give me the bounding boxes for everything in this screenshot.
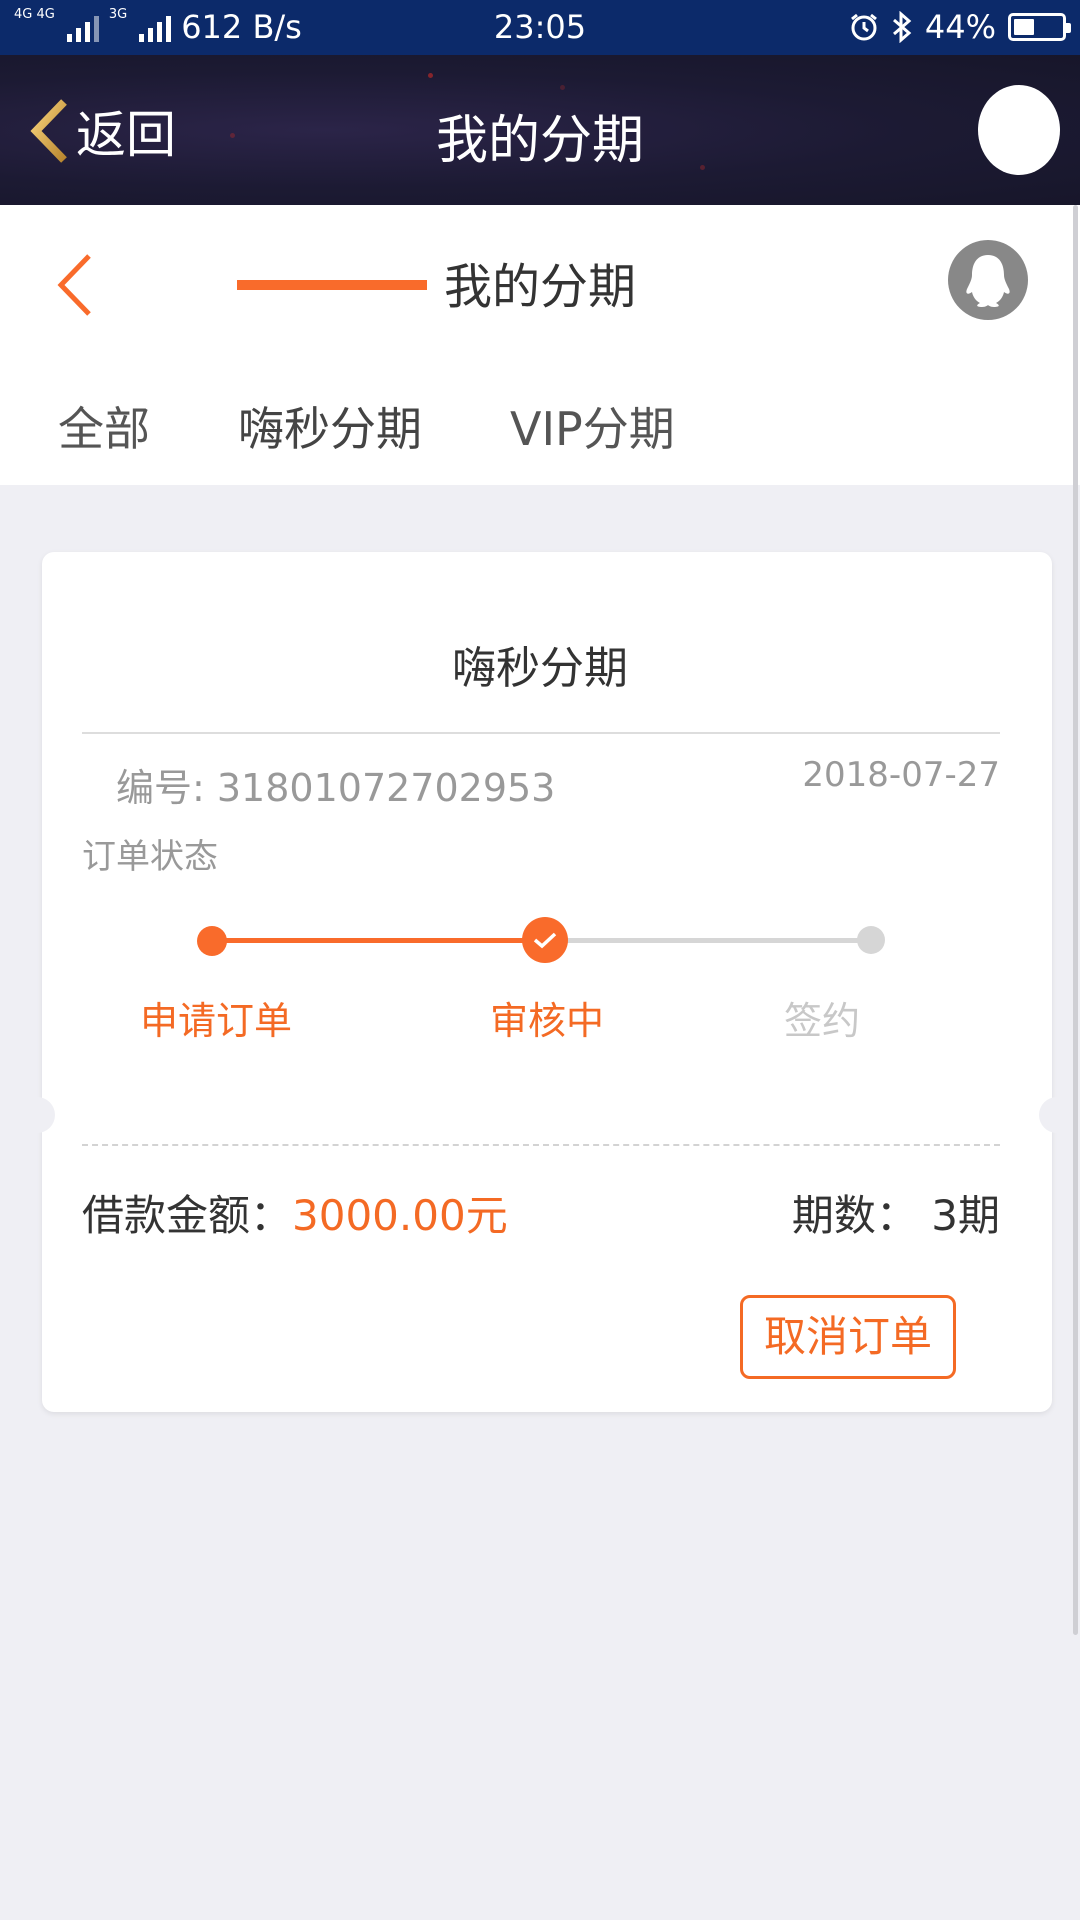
- ticket-notch-right: [1039, 1097, 1065, 1133]
- order-card: 嗨秒分期 编号: 31801072702953 2018-07-27 订单状态 …: [29, 552, 1065, 1412]
- periods-value: 3期: [931, 1191, 1000, 1240]
- header-decoration: [560, 85, 565, 90]
- step-dot-review: [522, 917, 568, 963]
- step-label-review: 审核中: [490, 999, 605, 1043]
- dashed-divider: [82, 1144, 1000, 1146]
- cancel-order-button[interactable]: 取消订单: [740, 1295, 956, 1379]
- periods-row: 期数： 3期: [792, 1182, 1000, 1243]
- tab-vip[interactable]: VIP分期: [510, 393, 675, 459]
- loan-amount-value: 3000.00元: [292, 1191, 508, 1240]
- page-title: 我的分期: [443, 259, 636, 315]
- order-progress: [42, 912, 1052, 972]
- order-date: 2018-07-27: [802, 755, 1000, 795]
- periods-label: 期数：: [791, 1191, 918, 1240]
- order-status-label: 订单状态: [82, 837, 218, 877]
- battery-icon: [1008, 13, 1071, 41]
- loan-amount-row: 借款金额：3000.00元: [82, 1182, 508, 1243]
- ticket-notch-left: [29, 1097, 55, 1133]
- check-icon: [533, 932, 557, 949]
- avatar[interactable]: [978, 85, 1060, 175]
- app-header-title: 我的分期: [435, 111, 644, 171]
- step-dot-sign: [857, 926, 885, 954]
- bluetooth-icon: [892, 11, 912, 43]
- progress-line-pending: [542, 938, 872, 943]
- header-decoration: [428, 73, 433, 78]
- active-tab-indicator: [237, 280, 427, 290]
- tab-all[interactable]: 全部: [58, 393, 150, 459]
- alarm-icon: [850, 13, 877, 41]
- app-header: 返回 我的分期: [0, 55, 1080, 205]
- divider: [82, 732, 1000, 734]
- status-right: 44%: [849, 8, 1071, 46]
- step-label-sign: 签约: [784, 999, 861, 1043]
- qq-penguin-glyph: [966, 255, 1010, 307]
- step-label-apply: 申请订单: [140, 999, 293, 1043]
- battery-level: [1014, 19, 1034, 35]
- battery-percent: 44%: [924, 8, 996, 46]
- status-bar: 4G 4G 3G 612 B/s 23:05 44%: [0, 0, 1080, 55]
- order-number: 编号: 31801072702953: [116, 766, 556, 810]
- tab-bar: 全部 嗨秒分期 VIP分期: [0, 385, 1080, 485]
- loan-amount-label: 借款金额：: [82, 1191, 293, 1240]
- step-dot-apply: [197, 926, 227, 956]
- page-nav: 我的分期 全部 嗨秒分期 VIP分期: [0, 205, 1080, 485]
- scrollbar[interactable]: [1073, 205, 1078, 1635]
- card-title: 嗨秒分期: [452, 643, 628, 694]
- progress-line-done: [212, 938, 542, 943]
- tab-haimiao[interactable]: 嗨秒分期: [238, 393, 422, 459]
- qq-penguin-icon[interactable]: [948, 240, 1028, 320]
